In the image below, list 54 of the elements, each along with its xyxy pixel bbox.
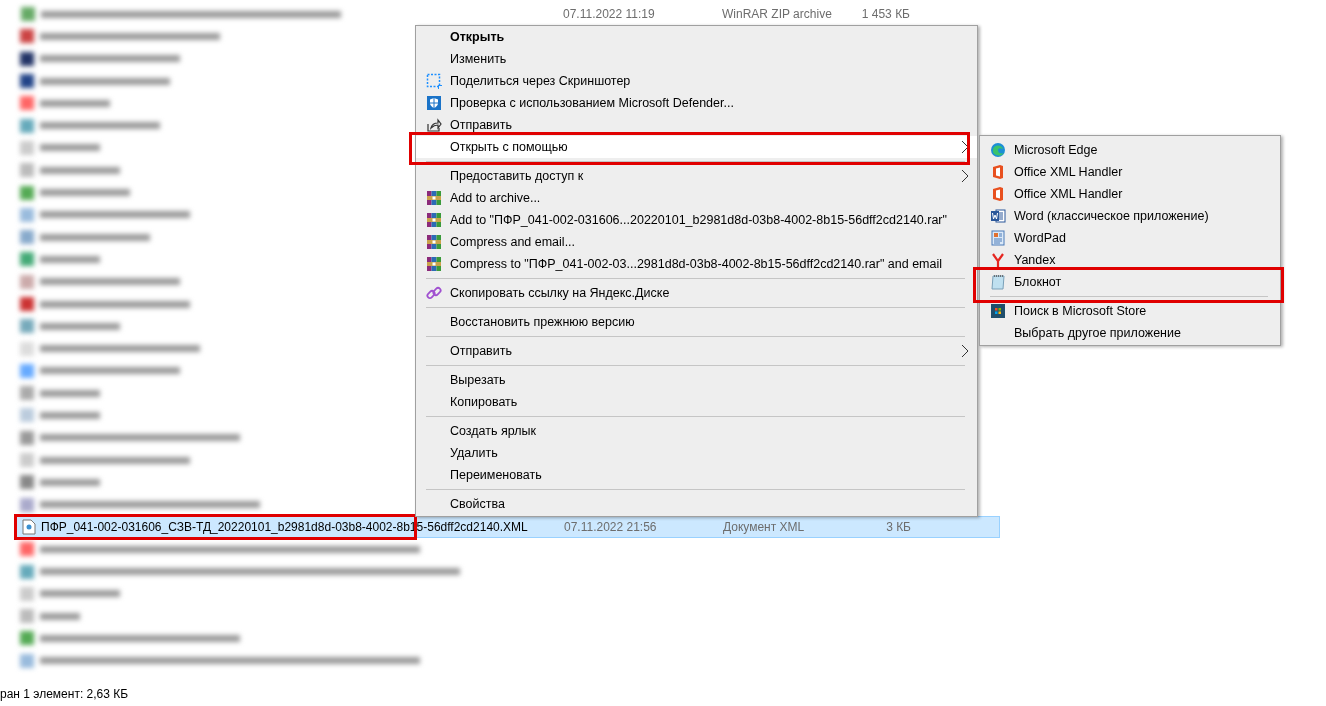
store-icon — [990, 303, 1006, 319]
menu-item[interactable]: Проверка с использованием Microsoft Defender... — [416, 92, 977, 114]
archive-icon — [426, 256, 442, 272]
menu-item[interactable]: Переименовать — [416, 464, 977, 486]
document-icon — [990, 230, 1006, 246]
menu-item[interactable]: Предоставить доступ к — [416, 165, 977, 187]
menu-item[interactable]: Вырезать — [416, 369, 977, 391]
menu-item[interactable]: Word (классическое приложение) — [980, 205, 1280, 227]
notepad-icon — [990, 274, 1006, 290]
archive-icon — [426, 190, 442, 206]
archive-icon — [426, 212, 442, 228]
menu-item[interactable]: Открыть с помощью — [416, 136, 977, 158]
menu-item[interactable]: Compress and email... — [416, 231, 977, 253]
file-icon — [22, 518, 36, 535]
menu-item[interactable]: Compress to "ПФР_041-002-03...2981d8d-03b8-4002-8b15-56dff2cd2140.rar" and email — [416, 253, 977, 275]
status-text: ран 1 элемент: 2,63 КБ — [0, 687, 129, 701]
file-row[interactable]: 07.11.2022 11:19 WinRAR ZIP archive 1 453 КБ — [15, 3, 1000, 26]
menu-item[interactable]: Отправить — [416, 340, 977, 362]
menu-item[interactable]: Изменить — [416, 48, 977, 70]
link-icon — [426, 285, 442, 301]
file-size: 3 КБ — [885, 519, 911, 534]
menu-item[interactable]: Поделиться через Скриншотер — [416, 70, 977, 92]
menu-item[interactable]: WordPad — [980, 227, 1280, 249]
menu-item[interactable]: Удалить — [416, 442, 977, 464]
file-size: 1 453 КБ — [860, 7, 910, 22]
menu-item[interactable]: Office XML Handler — [980, 161, 1280, 183]
menu-item[interactable]: Копировать — [416, 391, 977, 413]
shield-icon — [426, 95, 442, 111]
menu-item[interactable]: Свойства — [416, 493, 977, 515]
file-type: WinRAR ZIP archive — [722, 7, 833, 22]
file-type: Документ XML — [723, 519, 806, 534]
menu-item[interactable]: Microsoft Edge — [980, 139, 1280, 161]
menu-item[interactable]: Add to archive... — [416, 187, 977, 209]
menu-item[interactable]: Открыть — [416, 26, 977, 48]
browser-icon — [990, 252, 1006, 268]
menu-item[interactable]: Скопировать ссылку на Яндекс.Диске — [416, 282, 977, 304]
menu-item[interactable]: Поиск в Microsoft Store — [980, 300, 1280, 322]
office-icon — [990, 164, 1006, 180]
menu-item[interactable]: Yandex — [980, 249, 1280, 271]
menu-item[interactable]: Создать ярлык — [416, 420, 977, 442]
browser-icon — [990, 142, 1006, 158]
file-date: 07.11.2022 11:19 — [563, 7, 656, 22]
document-icon — [990, 208, 1006, 224]
menu-item[interactable]: Office XML Handler — [980, 183, 1280, 205]
screenshot-icon — [426, 73, 442, 89]
share-icon — [426, 117, 442, 133]
menu-item[interactable]: Отправить — [416, 114, 977, 136]
menu-item[interactable]: Восстановить прежнюю версию — [416, 311, 977, 333]
menu-item[interactable]: Блокнот — [980, 271, 1280, 293]
archive-icon — [426, 234, 442, 250]
office-icon — [990, 186, 1006, 202]
menu-item[interactable]: Add to "ПФР_041-002-031606...20220101_b2981d8d-03b8-4002-8b15-56dff2cd2140.rar" — [416, 209, 977, 231]
file-date: 07.11.2022 21:56 — [564, 519, 658, 534]
menu-item[interactable]: Выбрать другое приложение — [980, 322, 1280, 344]
